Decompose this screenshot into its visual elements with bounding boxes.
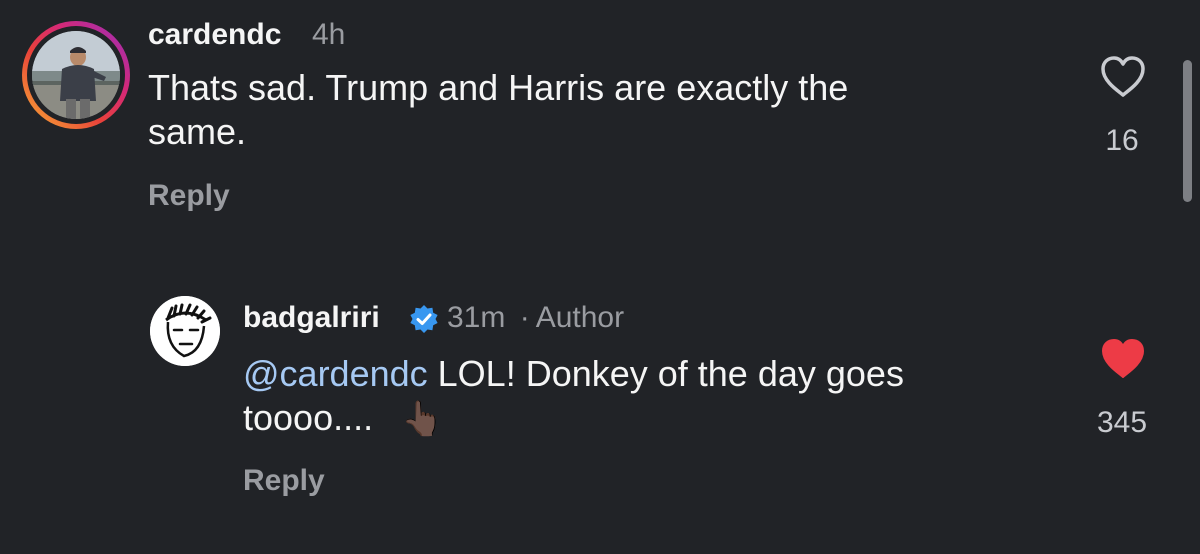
like-count: 16: [1105, 124, 1139, 157]
mention-link[interactable]: @cardendc: [243, 353, 428, 394]
comment-username[interactable]: cardendc: [148, 18, 281, 52]
comment-line-text: toooo....: [243, 397, 374, 438]
comment-body: @cardendc LOL! Donkey of the day goes to…: [243, 352, 904, 441]
comment-line: @cardendc LOL! Donkey of the day goes: [243, 352, 904, 396]
separator: ·: [519, 301, 530, 334]
cartoon-face-avatar-icon: [150, 296, 220, 366]
profile-photo-icon: [32, 31, 120, 119]
scrollbar[interactable]: [1183, 60, 1192, 202]
username-text[interactable]: cardendc: [148, 18, 281, 51]
username-text[interactable]: badgalriri: [243, 301, 380, 334]
comment-line: toooo.... 👆🏿: [243, 396, 904, 441]
comment-line: Thats sad. Trump and Harris are exactly …: [148, 67, 849, 108]
comment-line-text: LOL! Donkey of the day goes: [427, 353, 904, 394]
comment-line: same.: [148, 111, 247, 152]
heart-outline-icon[interactable]: [1100, 56, 1146, 98]
comment-body: Thats sad. Trump and Harris are exactly …: [148, 66, 848, 154]
comment-username[interactable]: badgalriri: [243, 301, 380, 335]
reply-button[interactable]: Reply: [243, 464, 325, 498]
verified-badge-icon: [410, 305, 438, 333]
comment-timestamp: 4h: [312, 18, 345, 52]
pointing-up-emoji-icon: 👆🏿: [401, 400, 444, 438]
timestamp-text: 4h: [312, 18, 346, 51]
comment-meta: 31m · Author: [447, 301, 624, 335]
author-label: Author: [535, 301, 625, 334]
comment-thread: cardendc 4h Thats sad. Trump and Harris …: [0, 0, 1200, 554]
timestamp-text: 31m: [447, 301, 506, 334]
avatar: [32, 31, 120, 119]
heart-filled-icon[interactable]: [1100, 338, 1146, 380]
story-ring-avatar[interactable]: [22, 21, 130, 129]
like-count: 345: [1096, 406, 1148, 439]
reply-button[interactable]: Reply: [148, 179, 230, 213]
avatar[interactable]: [150, 296, 220, 366]
